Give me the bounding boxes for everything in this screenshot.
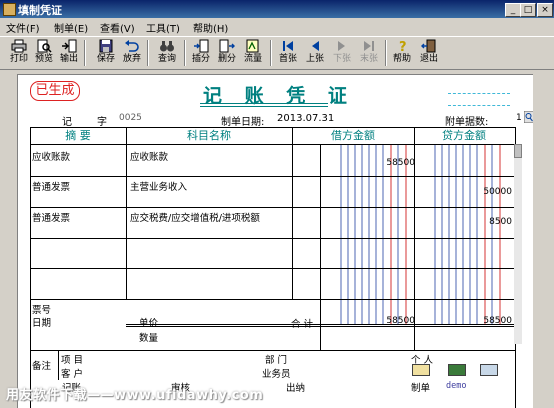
toolbar-separator xyxy=(184,40,186,66)
last-button[interactable]: 末张 xyxy=(358,38,380,68)
last-page-icon xyxy=(364,41,374,51)
col-line xyxy=(292,127,293,299)
total-debit: 58500 xyxy=(386,316,415,326)
total-label: 合 计 xyxy=(291,319,314,330)
cash-flow-button[interactable]: 流量 xyxy=(242,38,264,68)
insert-row-button[interactable]: 插分 xyxy=(190,38,212,68)
first-button[interactable]: 首张 xyxy=(277,38,299,68)
col-line xyxy=(126,127,127,299)
discard-button[interactable]: 放弃 xyxy=(121,38,143,68)
insert-row-icon xyxy=(194,39,209,53)
qty-label: 数量 xyxy=(139,333,159,344)
header-account: 科目名称 xyxy=(187,129,231,142)
customer-label: 客 户 xyxy=(61,369,84,380)
previous-page-icon xyxy=(312,41,319,51)
footer-maker-name: demo xyxy=(446,381,467,391)
exit-button[interactable]: 退出 xyxy=(418,38,440,68)
row-line xyxy=(30,268,515,269)
salesman-label: 业务员 xyxy=(262,369,291,380)
row-line xyxy=(30,207,515,208)
next-page-icon xyxy=(338,41,345,51)
dept-label: 部 门 xyxy=(265,355,288,366)
help-icon: ? xyxy=(399,40,407,53)
header-summary: 摘 要 xyxy=(65,129,91,142)
remark-chart-icon[interactable] xyxy=(480,364,498,376)
remark-card-icon[interactable] xyxy=(448,364,466,376)
row-2-credit[interactable]: 50000 xyxy=(438,187,512,197)
total-credit: 58500 xyxy=(483,316,512,326)
app-icon xyxy=(3,3,16,16)
cash-flow-icon xyxy=(246,39,259,53)
row-3-credit[interactable]: 8500 xyxy=(438,217,512,227)
row-line xyxy=(30,176,515,177)
toolbar-separator xyxy=(84,40,86,66)
row-2-account[interactable]: 主营业务收入 xyxy=(130,179,187,193)
menu-make[interactable]: 制单(E) xyxy=(54,20,88,35)
menu-view[interactable]: 查看(V) xyxy=(100,20,135,35)
svg-text:?: ? xyxy=(399,40,407,53)
col-line xyxy=(320,144,321,350)
preview-icon xyxy=(37,39,52,53)
header-credit: 贷方金额 xyxy=(442,129,486,142)
preview-button[interactable]: 预览 xyxy=(33,38,55,68)
footer-cashier: 出纳 xyxy=(286,383,306,394)
menu-file[interactable]: 文件(F) xyxy=(6,20,40,35)
row-3-summary[interactable]: 普通发票 xyxy=(32,210,70,224)
row-1-debit[interactable]: 58500 xyxy=(348,158,415,168)
binoculars-icon xyxy=(160,41,174,52)
toolbar-separator xyxy=(385,40,387,66)
header-debit: 借方金额 xyxy=(331,129,375,142)
row-line xyxy=(30,238,515,239)
row-1-summary[interactable]: 应收账款 xyxy=(32,149,70,163)
maximize-button[interactable]: □ xyxy=(520,3,536,17)
row-line xyxy=(30,299,515,300)
toolbar-separator xyxy=(147,40,149,66)
remark-edit-icon[interactable] xyxy=(412,364,430,376)
voucher-paper: 已生成 记 账 凭 证 记 字 0025 制单日期: 2013.07.31 附单… xyxy=(17,74,533,408)
toolbar: 打印 预览 输出 保存 放弃 查询 插分 删分 流量 首张 上张 下张 末张 ?… xyxy=(0,36,554,70)
first-page-icon xyxy=(283,41,293,51)
scroll-thumb[interactable] xyxy=(514,144,522,158)
watermark-text: 用友软件下载——www.ufidawhy.com xyxy=(6,388,264,403)
menu-help[interactable]: 帮助(H) xyxy=(193,20,228,35)
price-label: 单价 xyxy=(139,318,159,329)
row-2-summary[interactable]: 普通发票 xyxy=(32,179,70,193)
grid-scrollbar[interactable] xyxy=(514,144,522,344)
remark-divider xyxy=(58,350,59,380)
window-title: 填制凭证 xyxy=(18,4,62,17)
row-3-account[interactable]: 应交税费/应交增值税/进项税额 xyxy=(130,210,260,224)
minimize-button[interactable]: _ xyxy=(505,3,521,17)
export-icon xyxy=(62,39,77,53)
close-button[interactable]: × xyxy=(537,3,553,17)
undo-icon xyxy=(125,40,139,52)
exit-door-icon xyxy=(421,39,436,53)
project-label: 项 目 xyxy=(61,355,84,366)
row-1-account[interactable]: 应收账款 xyxy=(130,149,168,163)
bill-no-label: 票号 xyxy=(32,305,52,316)
menu-tools[interactable]: 工具(T) xyxy=(146,20,180,35)
next-button[interactable]: 下张 xyxy=(331,38,353,68)
query-button[interactable]: 查询 xyxy=(156,38,178,68)
output-button[interactable]: 输出 xyxy=(58,38,80,68)
row-line xyxy=(30,350,515,351)
footer-maker: 制单 xyxy=(411,383,431,394)
help-button[interactable]: ? 帮助 xyxy=(391,38,413,68)
printer-icon xyxy=(11,39,27,53)
delete-row-icon xyxy=(219,39,235,53)
floppy-disk-icon xyxy=(99,39,113,53)
toolbar-separator xyxy=(270,40,272,66)
remark-label: 备注 xyxy=(32,361,52,372)
date-field-label: 日期 xyxy=(32,318,52,329)
title-bar: 填制凭证 _ □ × xyxy=(0,0,554,18)
delete-row-button[interactable]: 删分 xyxy=(216,38,238,68)
save-button[interactable]: 保存 xyxy=(95,38,117,68)
menu-bar: 文件(F) 制单(E) 查看(V) 工具(T) 帮助(H) xyxy=(0,18,554,35)
print-button[interactable]: 打印 xyxy=(8,38,30,68)
header-line xyxy=(30,144,515,145)
previous-button[interactable]: 上张 xyxy=(304,38,326,68)
